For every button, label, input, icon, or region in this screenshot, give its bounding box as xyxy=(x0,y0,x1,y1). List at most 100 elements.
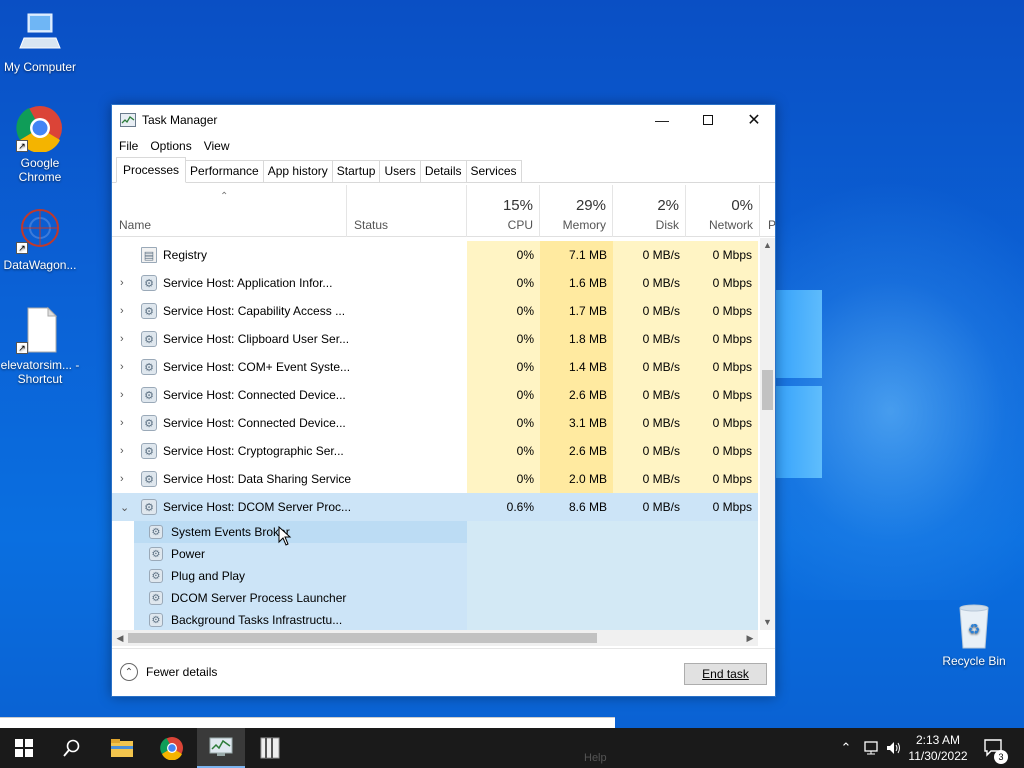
tab-services[interactable]: Services xyxy=(465,160,522,182)
scroll-down-icon[interactable]: ▼ xyxy=(760,615,775,630)
scroll-right-icon[interactable]: ▶ xyxy=(742,630,758,646)
expand-icon[interactable]: › xyxy=(120,325,124,353)
taskbar-file-explorer[interactable] xyxy=(98,728,146,768)
scroll-left-icon[interactable]: ◀ xyxy=(112,630,128,646)
desktop-icon-my-computer[interactable]: My Computer xyxy=(0,8,80,74)
process-row[interactable]: › ⚙ Service Host: COM+ Event Syste... 0%… xyxy=(112,353,758,381)
svg-text:♻: ♻ xyxy=(968,621,981,637)
action-center-button[interactable]: 3 xyxy=(980,728,1008,768)
service-row[interactable]: ⚙ System Events Broker xyxy=(134,521,758,543)
expand-icon[interactable]: › xyxy=(120,465,124,493)
task-manager-window: Task Manager — ✕ File Options View Proce… xyxy=(111,104,776,697)
column-label-cpu: CPU xyxy=(507,218,533,232)
process-row[interactable]: › ⚙ Service Host: Connected Device... 0%… xyxy=(112,409,758,437)
tab-processes[interactable]: Processes xyxy=(116,157,187,183)
memory-total-percent: 29% xyxy=(575,197,606,214)
column-label-status: Status xyxy=(354,218,389,232)
collapse-icon[interactable]: ⌄ xyxy=(120,493,129,521)
windows-logo-wallpaper xyxy=(776,290,822,480)
column-label-memory: Memory xyxy=(562,218,606,232)
desktop-icon-google-chrome[interactable]: ↗ Google Chrome xyxy=(0,104,80,184)
title-bar[interactable]: Task Manager — ✕ xyxy=(112,105,775,135)
horizontal-scrollbar[interactable]: ◀ ▶ xyxy=(112,630,758,646)
column-header-status[interactable]: Status xyxy=(347,185,467,237)
expand-icon[interactable]: › xyxy=(120,353,124,381)
scroll-up-icon[interactable]: ▲ xyxy=(760,238,775,253)
process-row[interactable]: › ⚙ Service Host: Application Infor... 0… xyxy=(112,269,758,297)
end-task-button[interactable]: End task xyxy=(684,663,767,685)
tab-users[interactable]: Users xyxy=(379,160,421,182)
desktop-icon-elevatorsim-shortcut[interactable]: ↗ elevatorsim... - Shortcut xyxy=(0,306,80,386)
tab-performance[interactable]: Performance xyxy=(185,160,264,182)
desktop-icon-recycle-bin[interactable]: ♻ Recycle Bin xyxy=(934,602,1014,668)
service-row[interactable]: ⚙ Power xyxy=(134,543,758,565)
column-header-power[interactable]: P xyxy=(760,185,777,237)
minimize-icon: — xyxy=(655,112,669,128)
process-cpu: 0% xyxy=(467,297,540,325)
fewer-details-button[interactable]: ⌃ Fewer details xyxy=(120,663,217,681)
process-network: 0 Mbps xyxy=(686,269,758,297)
book-app-icon xyxy=(260,737,280,759)
service-row[interactable]: ⚙ Background Tasks Infrastructu... xyxy=(134,609,758,630)
process-row-selected[interactable]: ⌄ ⚙ Service Host: DCOM Server Proc... 0.… xyxy=(112,493,758,521)
chrome-icon: ↗ xyxy=(16,104,64,153)
menu-bar: File Options View xyxy=(112,135,775,157)
service-gear-icon: ⚙ xyxy=(141,303,157,319)
network-tray-button[interactable] xyxy=(860,728,882,768)
expand-icon[interactable]: › xyxy=(120,297,124,325)
column-header-network[interactable]: 0% Network xyxy=(686,185,760,237)
tab-details[interactable]: Details xyxy=(419,160,467,182)
service-row[interactable]: ⚙ DCOM Server Process Launcher xyxy=(134,587,758,609)
close-button[interactable]: ✕ xyxy=(731,105,777,135)
process-network: 0 Mbps xyxy=(686,381,758,409)
taskbar: ⌃ 2:13 AM 11/30/2022 3 xyxy=(0,728,1024,768)
taskbar-chrome[interactable] xyxy=(148,728,196,768)
minimize-button[interactable]: — xyxy=(639,105,685,135)
process-name: Service Host: Application Infor... xyxy=(163,276,333,290)
close-icon: ✕ xyxy=(747,112,761,129)
process-row[interactable]: ▤ Registry 0% 7.1 MB 0 MB/s 0 Mbps xyxy=(112,241,758,269)
search-icon xyxy=(63,739,80,757)
process-disk: 0 MB/s xyxy=(613,241,686,269)
process-row[interactable]: › ⚙ Service Host: Connected Device... 0%… xyxy=(112,381,758,409)
taskbar-app-book[interactable] xyxy=(246,728,294,768)
service-row[interactable]: ⚙ Plug and Play xyxy=(134,565,758,587)
expand-icon[interactable]: › xyxy=(120,381,124,409)
column-header-disk[interactable]: 2% Disk xyxy=(613,185,686,237)
search-button[interactable] xyxy=(48,728,96,768)
process-row[interactable]: › ⚙ Service Host: Clipboard User Ser... … xyxy=(112,325,758,353)
column-header-cpu[interactable]: 15% CPU xyxy=(467,185,540,237)
menu-options[interactable]: Options xyxy=(150,139,191,153)
notification-count-badge: 3 xyxy=(994,750,1008,764)
footer-bar: ⌃ Fewer details End task xyxy=(112,648,775,696)
expand-icon[interactable]: › xyxy=(120,269,124,297)
column-header-name[interactable]: ⌃ Name xyxy=(112,185,347,237)
system-clock[interactable]: 2:13 AM 11/30/2022 xyxy=(900,732,976,764)
process-row[interactable]: › ⚙ Service Host: Capability Access ... … xyxy=(112,297,758,325)
desktop-icon-datawagon[interactable]: ↗ DataWagon... xyxy=(0,206,80,272)
network-total-percent: 0% xyxy=(731,197,753,214)
tab-startup[interactable]: Startup xyxy=(331,160,381,182)
expand-icon[interactable]: › xyxy=(120,437,124,465)
expand-icon[interactable]: › xyxy=(120,409,124,437)
tab-strip: Processes Performance App history Startu… xyxy=(112,157,775,183)
tab-app-history[interactable]: App history xyxy=(262,160,333,182)
menu-file[interactable]: File xyxy=(119,139,138,153)
show-hidden-icons-button[interactable]: ⌃ xyxy=(836,728,856,768)
process-name: Registry xyxy=(163,248,208,262)
maximize-button[interactable] xyxy=(685,105,731,135)
process-name: Service Host: Data Sharing Service xyxy=(163,472,352,486)
column-label-power: P xyxy=(768,218,777,232)
process-row[interactable]: › ⚙ Service Host: Cryptographic Ser... 0… xyxy=(112,437,758,465)
process-name: Service Host: Capability Access ... xyxy=(163,304,346,318)
menu-view[interactable]: View xyxy=(204,139,230,153)
column-header-memory[interactable]: 29% Memory xyxy=(540,185,613,237)
vertical-scrollbar[interactable]: ▲ ▼ xyxy=(760,238,775,630)
process-memory: 2.6 MB xyxy=(540,381,613,409)
process-memory: 1.7 MB xyxy=(540,297,613,325)
vertical-scroll-thumb[interactable] xyxy=(762,370,773,410)
process-row[interactable]: › ⚙ Service Host: Data Sharing Service 0… xyxy=(112,465,758,493)
start-button[interactable] xyxy=(0,728,48,768)
taskbar-task-manager[interactable] xyxy=(197,728,245,768)
horizontal-scroll-thumb[interactable] xyxy=(128,633,597,643)
